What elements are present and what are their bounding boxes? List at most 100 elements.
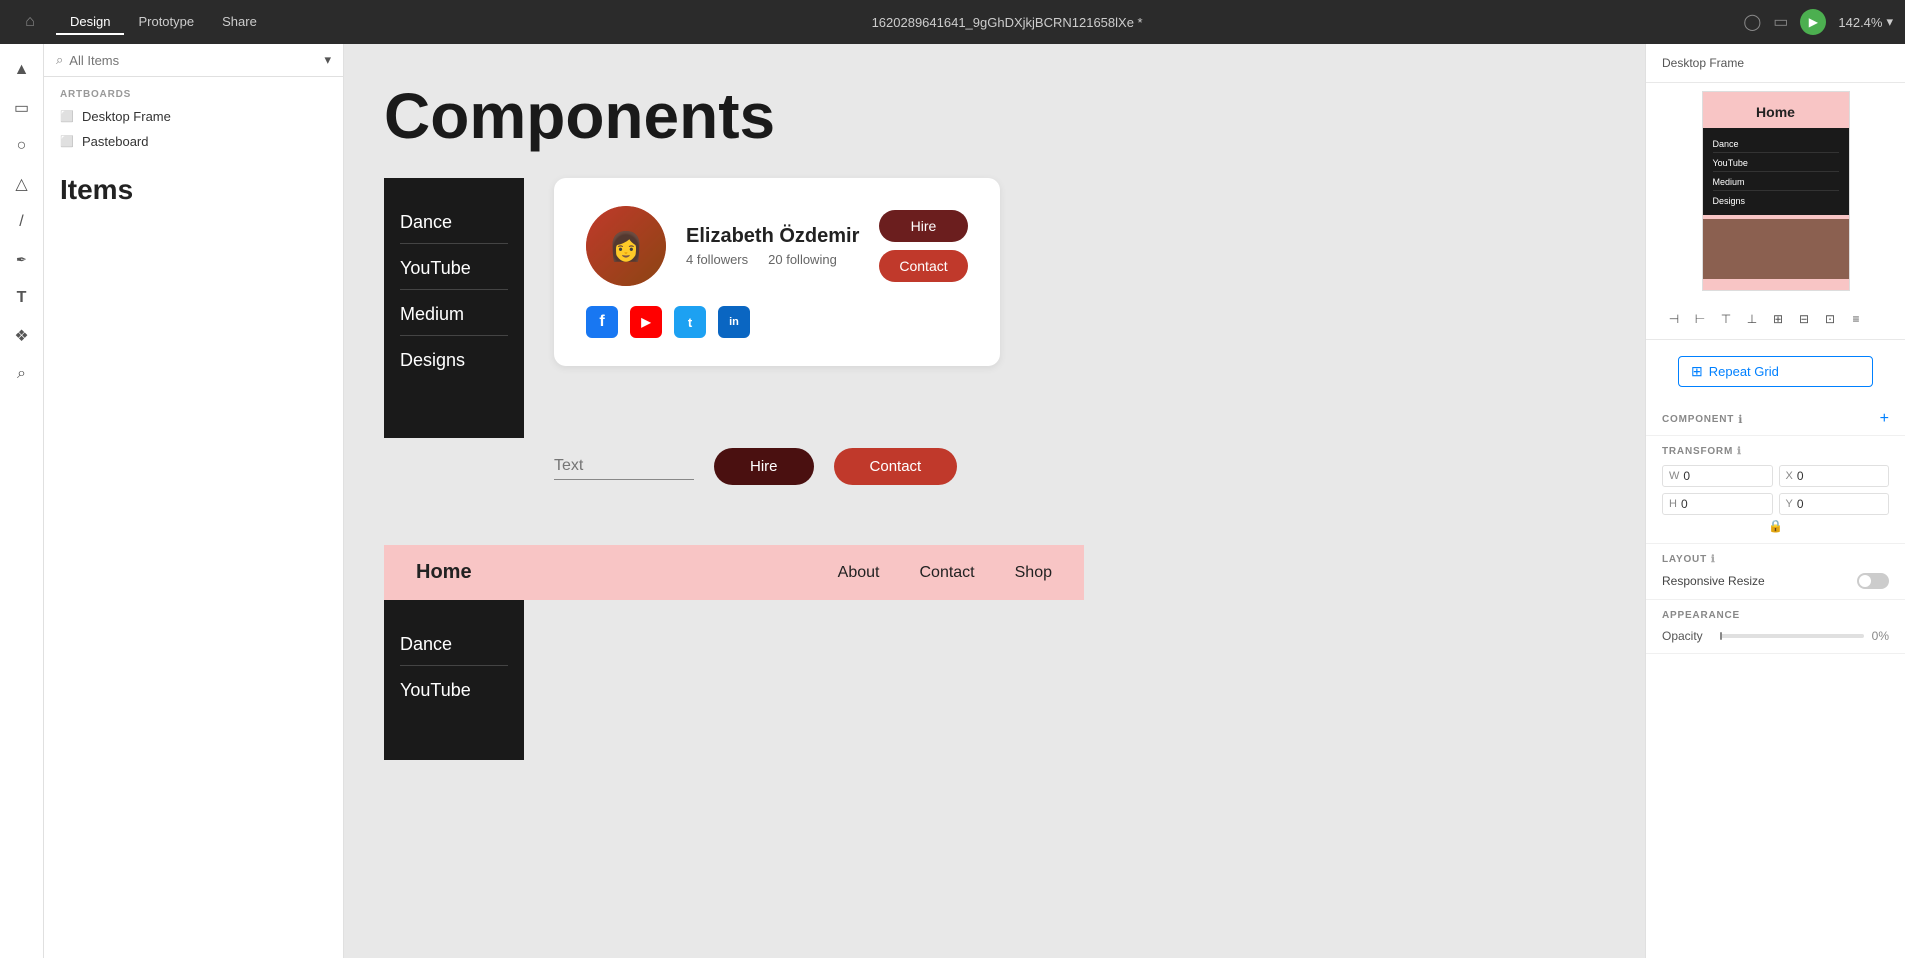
sidebar-search-bar: ⌕ ▾ xyxy=(44,44,343,77)
responsive-resize-toggle[interactable] xyxy=(1857,573,1889,589)
width-label: W xyxy=(1669,470,1679,482)
thumbnail-frame[interactable]: Home Dance YouTube Medium Designs xyxy=(1702,91,1850,291)
toggle-knob xyxy=(1859,575,1871,587)
responsive-resize-label: Responsive Resize xyxy=(1662,574,1765,588)
distribute-v-icon[interactable]: ≡ xyxy=(1844,307,1868,331)
followers-count: 4 followers xyxy=(686,252,748,267)
artboard-icon: ⬜ xyxy=(60,110,74,123)
profile-info: Elizabeth Özdemir 4 followers 20 followi… xyxy=(686,225,859,267)
opacity-slider[interactable] xyxy=(1720,634,1864,638)
rectangle-tool[interactable]: ▭ xyxy=(4,90,40,126)
nav-item-dance[interactable]: Dance xyxy=(400,198,508,244)
nav-item-designs[interactable]: Designs xyxy=(400,336,508,381)
facebook-icon[interactable]: f xyxy=(586,306,618,338)
nav-link-about[interactable]: About xyxy=(838,564,880,582)
hire-button[interactable]: Hire xyxy=(879,210,967,242)
profile-stats: 4 followers 20 following xyxy=(686,252,859,267)
nav-bar-home[interactable]: Home xyxy=(416,561,838,584)
repeat-grid-button[interactable]: ⊞ Repeat Grid xyxy=(1678,356,1873,387)
line-tool[interactable]: / xyxy=(4,204,40,240)
search-icon: ⌕ xyxy=(56,52,63,68)
width-field[interactable]: W 0 xyxy=(1662,465,1773,487)
width-value: 0 xyxy=(1683,469,1690,483)
canvas-title: Components xyxy=(384,84,1605,148)
play-button[interactable]: ▶ xyxy=(1800,9,1826,35)
align-middle-icon[interactable]: ⊞ xyxy=(1766,307,1790,331)
align-center-h-icon[interactable]: ⊢ xyxy=(1688,307,1712,331)
thumb-nav-designs: Designs xyxy=(1713,191,1839,209)
thumb-nav-dance: Dance xyxy=(1713,134,1839,153)
select-tool[interactable]: ▲ xyxy=(4,52,40,88)
nav-bottom-item-dance[interactable]: Dance xyxy=(400,620,508,666)
contact-standalone-button[interactable]: Contact xyxy=(834,448,958,485)
standalone-components-row: Hire Contact xyxy=(544,448,1605,485)
height-value: 0 xyxy=(1681,497,1688,511)
align-left-icon[interactable]: ⊣ xyxy=(1662,307,1686,331)
user-icon[interactable]: ◯ xyxy=(1743,12,1761,32)
x-field[interactable]: X 0 xyxy=(1779,465,1890,487)
align-right-icon[interactable]: ⊤ xyxy=(1714,307,1738,331)
artboards-label: ARTBOARDS xyxy=(44,77,343,104)
lock-row: 🔒 xyxy=(1662,519,1889,533)
tab-prototype[interactable]: Prototype xyxy=(124,10,208,35)
nav-link-contact[interactable]: Contact xyxy=(919,564,974,582)
main-layout: ▲ ▭ ○ △ / ✒ T ❖ ⌕ ⌕ ▾ ARTBOARDS ⬜ Deskto… xyxy=(0,44,1905,958)
chevron-down-icon[interactable]: ▾ xyxy=(324,52,331,68)
canvas-area[interactable]: Components Dance YouTube Medium Designs … xyxy=(344,44,1645,958)
repeat-grid-icon: ⊞ xyxy=(1691,363,1703,380)
nav-menu-component[interactable]: Dance YouTube Medium Designs xyxy=(384,178,524,438)
bottom-left: Home About Contact Shop Dance YouTube xyxy=(384,545,1084,760)
y-label: Y xyxy=(1786,498,1793,510)
component-label: COMPONENT xyxy=(1662,414,1734,425)
youtube-icon[interactable]: ▶ xyxy=(630,306,662,338)
nav-bottom-item-youtube[interactable]: YouTube xyxy=(400,666,508,711)
layout-info-icon[interactable]: ℹ xyxy=(1711,554,1716,565)
layout-label: LAYOUT ℹ xyxy=(1662,554,1889,565)
appearance-label: APPEARANCE xyxy=(1662,610,1889,621)
thumb-home-text: Home xyxy=(1703,92,1849,128)
distribute-h-icon[interactable]: ⊡ xyxy=(1818,307,1842,331)
responsive-resize-row: Responsive Resize xyxy=(1662,573,1889,589)
profile-socials: f ▶ t in xyxy=(586,306,968,338)
nav-item-medium[interactable]: Medium xyxy=(400,290,508,336)
nav-link-shop[interactable]: Shop xyxy=(1015,564,1052,582)
align-bottom-icon[interactable]: ⊟ xyxy=(1792,307,1816,331)
filename: 1620289641641_9gGhDXjkjBCRN121658lXe * xyxy=(271,15,1744,30)
component-row-1: Dance YouTube Medium Designs 👩 Elizabeth… xyxy=(384,178,1605,438)
y-field[interactable]: Y 0 xyxy=(1779,493,1890,515)
pen-tool[interactable]: ✒ xyxy=(4,242,40,278)
nav-item-youtube[interactable]: YouTube xyxy=(400,244,508,290)
avatar: 👩 xyxy=(586,206,666,286)
nav-menu-bottom-component[interactable]: Dance YouTube xyxy=(384,600,524,760)
height-field[interactable]: H 0 xyxy=(1662,493,1773,515)
tab-design[interactable]: Design xyxy=(56,10,124,35)
align-icons-row: ⊣ ⊢ ⊤ ⊥ ⊞ ⊟ ⊡ ≡ xyxy=(1646,299,1905,340)
zoom-level[interactable]: 142.4% ▾ xyxy=(1838,14,1893,30)
transform-label: TRANSFORM ℹ xyxy=(1662,446,1889,457)
profile-card-top: 👩 Elizabeth Özdemir 4 followers 20 follo… xyxy=(586,206,968,286)
tab-share[interactable]: Share xyxy=(208,10,271,35)
device-icon[interactable]: ▭ xyxy=(1773,12,1788,32)
text-input[interactable] xyxy=(554,453,694,480)
home-icon[interactable]: ⌂ xyxy=(12,13,48,31)
sidebar-item-desktop-frame[interactable]: ⬜ Desktop Frame xyxy=(44,104,343,129)
component-add-button[interactable]: + xyxy=(1880,411,1889,427)
search-input[interactable] xyxy=(69,53,318,68)
zoom-tool[interactable]: ⌕ xyxy=(4,356,40,392)
component-section-header: COMPONENT ℹ + xyxy=(1646,403,1905,436)
ellipse-tool[interactable]: ○ xyxy=(4,128,40,164)
height-label: H xyxy=(1669,498,1677,510)
sidebar-item-pasteboard[interactable]: ⬜ Pasteboard xyxy=(44,129,343,154)
component-info-icon[interactable]: ℹ xyxy=(1738,413,1742,426)
linkedin-icon[interactable]: in xyxy=(718,306,750,338)
transform-info-icon[interactable]: ℹ xyxy=(1737,446,1742,457)
text-tool[interactable]: T xyxy=(4,280,40,316)
right-panel-frame-label: Desktop Frame xyxy=(1646,44,1905,83)
contact-button[interactable]: Contact xyxy=(879,250,967,282)
desktop-frame-label: Desktop Frame xyxy=(1662,56,1889,70)
twitter-icon[interactable]: t xyxy=(674,306,706,338)
align-top-icon[interactable]: ⊥ xyxy=(1740,307,1764,331)
triangle-tool[interactable]: △ xyxy=(4,166,40,202)
hire-standalone-button[interactable]: Hire xyxy=(714,448,814,485)
component-tool[interactable]: ❖ xyxy=(4,318,40,354)
